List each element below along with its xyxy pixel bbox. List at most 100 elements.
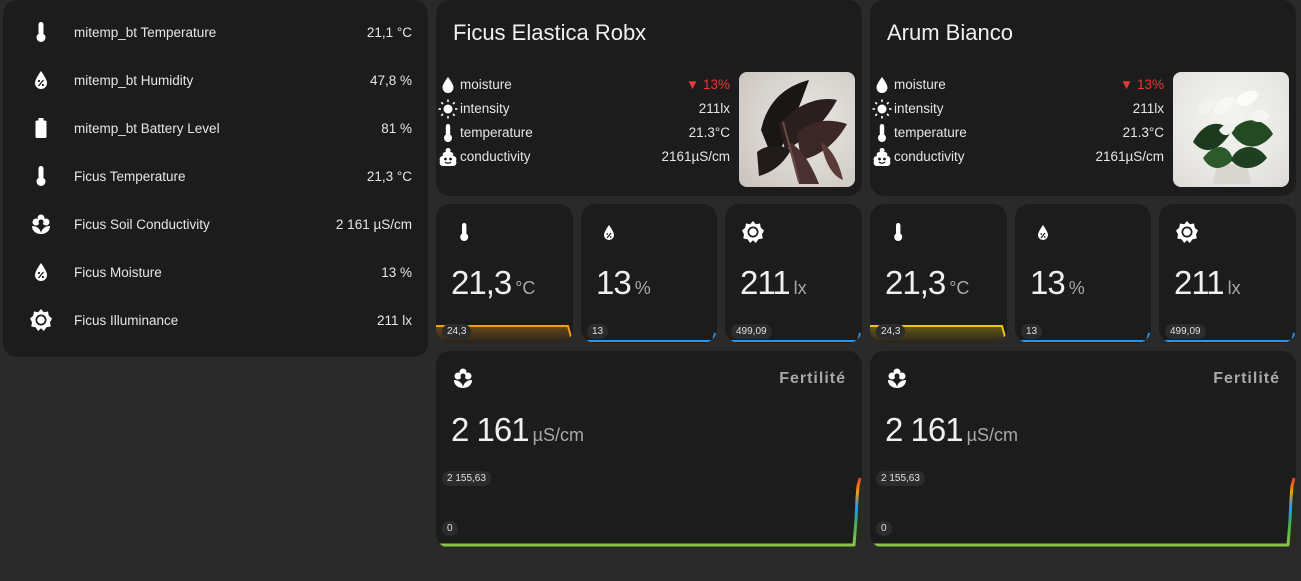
plant-attr-conductivity[interactable]: conductivity 2161µS/cm bbox=[436, 145, 736, 169]
sun-icon bbox=[438, 99, 458, 119]
flower-icon bbox=[452, 367, 476, 391]
plant-card-ficus[interactable]: Ficus Elastica Robx moisture ▼ 13% inten… bbox=[436, 0, 862, 196]
attr-value: 2161µS/cm bbox=[661, 149, 730, 164]
attr-label: conductivity bbox=[460, 149, 531, 164]
battery-icon bbox=[27, 114, 55, 142]
sensor-number: 13 bbox=[1030, 264, 1066, 301]
sun-icon bbox=[872, 99, 892, 119]
entity-name: Ficus Temperature bbox=[74, 168, 186, 184]
water-icon bbox=[438, 75, 458, 95]
sensor-unit: °C bbox=[515, 278, 536, 298]
sensor-card-illuminance[interactable]: 211 lx 499,09 bbox=[725, 204, 862, 343]
plant-attr-temperature[interactable]: temperature 21.3°C bbox=[870, 121, 1170, 145]
emoticon-poop-icon bbox=[872, 147, 892, 167]
graph-max-label: 13 bbox=[587, 324, 609, 339]
sensor-value: 21,3 °C bbox=[451, 264, 535, 302]
graph-max-label: 499,09 bbox=[1165, 324, 1206, 339]
fertility-history-graph bbox=[436, 477, 862, 548]
sensor-number: 13 bbox=[596, 264, 632, 301]
sensor-card-moisture[interactable]: 13% 13 bbox=[581, 204, 717, 343]
entity-value: 2 161 µS/cm bbox=[335, 216, 412, 232]
entity-value: 21,1 °C bbox=[366, 24, 412, 40]
fertility-card[interactable]: Fertilité 2 161 µS/cm 2 155,63 0 bbox=[436, 351, 862, 548]
plant-attr-temperature[interactable]: temperature 21.3°C bbox=[436, 121, 736, 145]
graph-max-label: 2 155,63 bbox=[442, 471, 491, 486]
alert-down-icon: ▼ bbox=[685, 77, 700, 92]
attr-value-text: 13% bbox=[702, 77, 730, 92]
attr-value: 21.3°C bbox=[1122, 125, 1164, 140]
entity-name: mitemp_bt Battery Level bbox=[74, 120, 220, 136]
fertility-card[interactable]: Fertilité 2 161 µS/cm 2 155,63 0 bbox=[870, 351, 1296, 548]
plant-attr-moisture[interactable]: moisture ▼ 13% bbox=[436, 73, 736, 97]
attr-value: 211lx bbox=[698, 101, 730, 116]
fertility-value: 2 161 µS/cm bbox=[885, 411, 1018, 449]
fertility-number: 2 161 bbox=[885, 411, 964, 448]
entity-row[interactable]: mitemp_bt Temperature 21,1 °C bbox=[3, 8, 428, 56]
entity-row[interactable]: mitemp_bt Battery Level 81 % bbox=[3, 104, 428, 152]
sensor-number: 21,3 bbox=[885, 264, 946, 301]
attr-label: temperature bbox=[894, 125, 967, 140]
attr-label: temperature bbox=[460, 125, 533, 140]
entity-row[interactable]: Ficus Temperature 21,3 °C bbox=[3, 152, 428, 200]
plant-attr-moisture[interactable]: moisture ▼ 13% bbox=[870, 73, 1170, 97]
sensor-value: 13% bbox=[1030, 264, 1085, 302]
sensor-unit: °C bbox=[949, 278, 970, 298]
sensor-card-illuminance[interactable]: 211 lx 499,09 bbox=[1159, 204, 1296, 343]
plant-attr-intensity[interactable]: intensity 211lx bbox=[870, 97, 1170, 121]
attr-label: moisture bbox=[894, 77, 946, 92]
water-percent-icon bbox=[27, 66, 55, 94]
thermometer-icon bbox=[872, 123, 892, 143]
thermometer-icon bbox=[886, 220, 910, 244]
graph-max-label: 24,3 bbox=[876, 324, 906, 339]
plant-title: Ficus Elastica Robx bbox=[453, 20, 647, 45]
plant-card-arum[interactable]: Arum Bianco moisture ▼ 13% intensity 211… bbox=[870, 0, 1296, 196]
attr-value: ▼ 13% bbox=[686, 77, 730, 92]
plant-attr-conductivity[interactable]: conductivity 2161µS/cm bbox=[870, 145, 1170, 169]
fertility-value: 2 161 µS/cm bbox=[451, 411, 584, 449]
brightness-icon bbox=[27, 306, 55, 334]
plant-title: Arum Bianco bbox=[887, 20, 1013, 45]
thermometer-icon bbox=[452, 220, 476, 244]
sensor-number: 211 bbox=[740, 264, 791, 301]
fertility-number: 2 161 bbox=[451, 411, 530, 448]
sensor-number: 21,3 bbox=[451, 264, 512, 301]
water-percent-icon bbox=[597, 220, 621, 244]
water-percent-icon bbox=[27, 258, 55, 286]
brightness-icon bbox=[741, 220, 765, 244]
sensor-value: 211 lx bbox=[740, 264, 807, 302]
sensor-number: 211 bbox=[1174, 264, 1225, 301]
sensor-card-temperature[interactable]: 21,3 °C 24,3 bbox=[870, 204, 1007, 343]
plant-photo[interactable] bbox=[739, 72, 855, 187]
entity-name: mitemp_bt Humidity bbox=[74, 72, 194, 88]
fertility-title: Fertilité bbox=[1213, 370, 1280, 387]
attr-value: 2161µS/cm bbox=[1095, 149, 1164, 164]
attr-value: ▼ 13% bbox=[1120, 77, 1164, 92]
entity-value: 211 lx bbox=[376, 312, 412, 328]
sensor-card-temperature[interactable]: 21,3 °C 24,3 bbox=[436, 204, 573, 343]
water-icon bbox=[872, 75, 892, 95]
graph-max-label: 24,3 bbox=[442, 324, 472, 339]
entity-name: Ficus Moisture bbox=[74, 264, 162, 280]
graph-max-label: 499,09 bbox=[731, 324, 772, 339]
graph-min-label: 0 bbox=[442, 521, 458, 536]
sensor-value: 13% bbox=[596, 264, 651, 302]
attr-label: conductivity bbox=[894, 149, 965, 164]
sensor-unit: % bbox=[1068, 278, 1085, 298]
thermometer-icon bbox=[27, 18, 55, 46]
attr-value-text: 13% bbox=[1136, 77, 1164, 92]
water-percent-icon bbox=[1031, 220, 1055, 244]
attr-label: intensity bbox=[460, 101, 510, 116]
plant-photo[interactable] bbox=[1173, 72, 1289, 187]
attr-value: 211lx bbox=[1132, 101, 1164, 116]
attr-label: moisture bbox=[460, 77, 512, 92]
entity-value: 13 % bbox=[381, 264, 412, 280]
entity-row[interactable]: Ficus Illuminance 211 lx bbox=[3, 296, 428, 344]
plant-attr-intensity[interactable]: intensity 211lx bbox=[436, 97, 736, 121]
brightness-icon bbox=[1175, 220, 1199, 244]
entity-row[interactable]: Ficus Soil Conductivity 2 161 µS/cm bbox=[3, 200, 428, 248]
sensor-card-moisture[interactable]: 13% 13 bbox=[1015, 204, 1151, 343]
entities-card: mitemp_bt Temperature 21,1 °C mitemp_bt … bbox=[3, 0, 428, 357]
entity-row[interactable]: mitemp_bt Humidity 47,8 % bbox=[3, 56, 428, 104]
flower-icon bbox=[27, 210, 55, 238]
entity-row[interactable]: Ficus Moisture 13 % bbox=[3, 248, 428, 296]
